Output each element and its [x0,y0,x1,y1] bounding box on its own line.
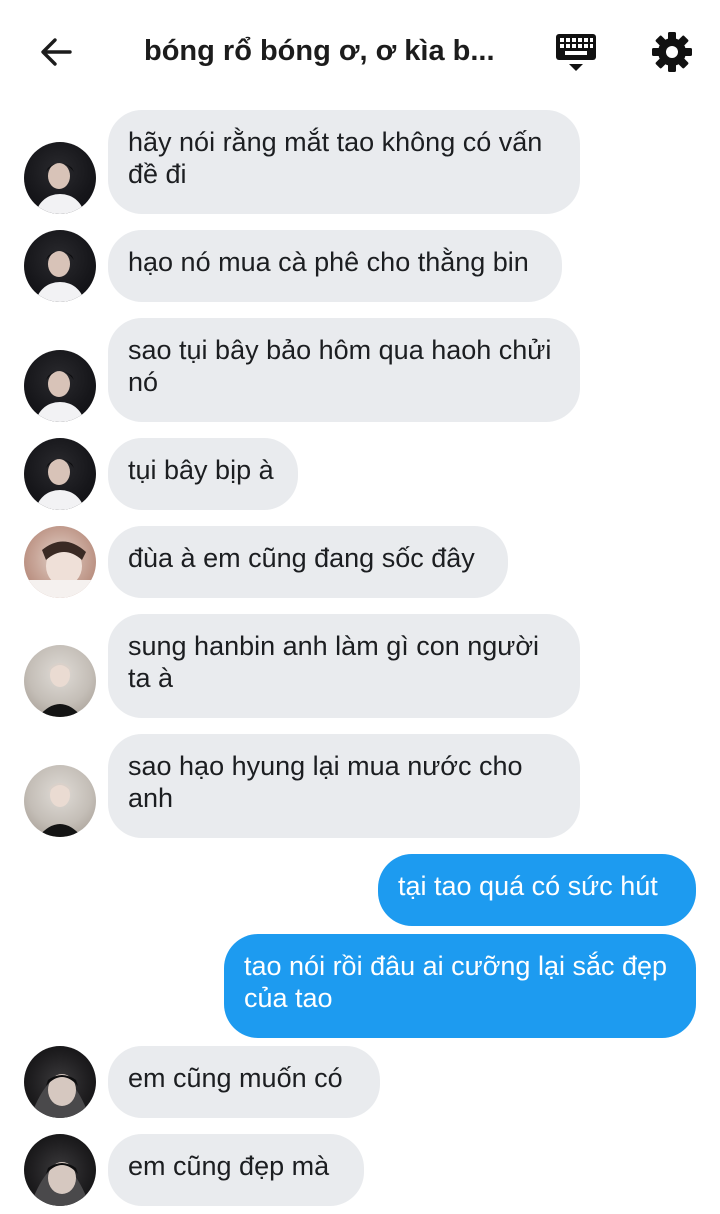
avatar[interactable] [24,438,96,510]
message-bubble[interactable]: sung hanbin anh làm gì con người ta à [108,614,580,718]
message-text: hãy nói rằng mắt tao không có vấn đề đi [128,127,543,189]
avatar[interactable] [24,1046,96,1118]
message-bubble-outgoing[interactable]: tại tao quá có sức hút [378,854,696,926]
message-text: sao tụi bây bảo hôm qua haoh chửi nó [128,335,552,397]
message-text: tụi bây bịp à [128,455,274,485]
message-text: em cũng đẹp mà [128,1151,330,1181]
message-bubble[interactable]: hãy nói rằng mắt tao không có vấn đề đi [108,110,580,214]
settings-button[interactable] [648,28,696,76]
gear-icon [652,32,692,72]
avatar[interactable] [24,645,96,717]
message-bubble[interactable]: sao hạo hyung lại mua nước cho anh [108,734,580,838]
chat-header: bóng rổ bóng ơ, ơ kìa b... [0,0,720,102]
avatar[interactable] [24,765,96,837]
message-list: hãy nói rằng mắt tao không có vấn đề đi … [0,0,720,1214]
message-text: đùa à em cũng đang sốc đây [128,543,475,573]
avatar-photo [36,371,84,422]
message-text: em cũng muốn có [128,1063,343,1093]
arrow-left-icon [41,38,72,66]
message-text: sao hạo hyung lại mua nước cho anh [128,751,523,813]
message-bubble[interactable]: hạo nó mua cà phê cho thằng bin [108,230,562,302]
chat-title: bóng rổ bóng ơ, ơ kìa b... [144,35,495,67]
avatar-photo [30,1162,90,1206]
avatar-photo [36,163,84,214]
message-text: hạo nó mua cà phê cho thằng bin [128,247,529,277]
avatar[interactable] [24,350,96,422]
avatar-photo [38,663,82,717]
keyboard-icon [556,34,596,71]
avatar[interactable] [24,526,96,598]
message-bubble[interactable]: em cũng muốn có [108,1046,380,1118]
avatar-photo [36,459,84,510]
message-text: tại tao quá có sức hút [398,871,658,901]
avatar-photo [38,783,82,837]
message-bubble-outgoing[interactable]: tao nói rồi đâu ai cưỡng lại sắc đẹp của… [224,934,696,1038]
chat-screen: hãy nói rằng mắt tao không có vấn đề đi … [0,0,720,1214]
avatar-photo [30,1074,90,1118]
back-button[interactable] [32,30,80,74]
message-text: sung hanbin anh làm gì con người ta à [128,631,540,693]
avatar[interactable] [24,1134,96,1206]
message-text: tao nói rồi đâu ai cưỡng lại sắc đẹp của… [244,951,668,1013]
avatar[interactable] [24,230,96,302]
message-bubble[interactable]: tụi bây bịp à [108,438,298,510]
message-bubble[interactable]: em cũng đẹp mà [108,1134,364,1206]
avatar-photo [36,251,84,302]
avatar-photo [24,541,96,598]
keyboard-toggle-button[interactable] [552,28,600,76]
message-bubble[interactable]: đùa à em cũng đang sốc đây [108,526,508,598]
message-bubble[interactable]: sao tụi bây bảo hôm qua haoh chửi nó [108,318,580,422]
avatar[interactable] [24,142,96,214]
